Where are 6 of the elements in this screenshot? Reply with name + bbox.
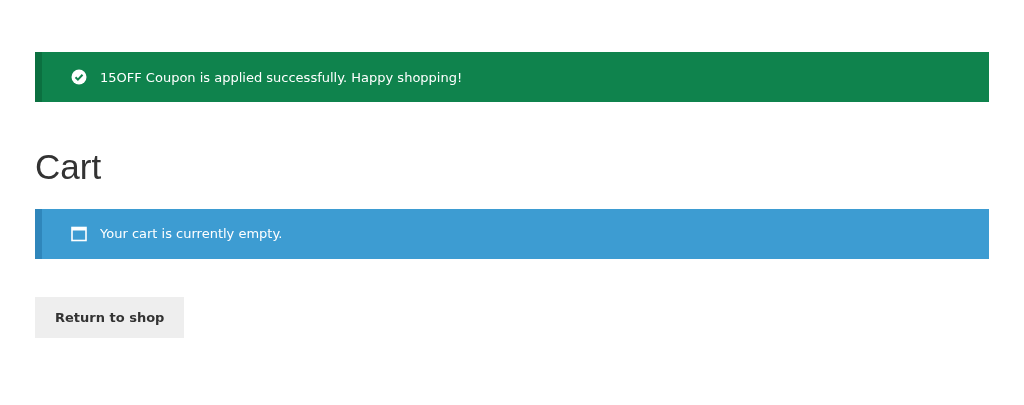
notice-text: 15OFF Coupon is applied successfully. Happy shopping!: [100, 69, 463, 85]
page-title: Cart: [35, 148, 103, 187]
check-circle-icon: [71, 69, 87, 85]
window-icon: [71, 225, 87, 242]
notice-text: Your cart is currently empty.: [100, 226, 283, 241]
return-to-shop-button[interactable]: Return to shop: [35, 296, 185, 338]
